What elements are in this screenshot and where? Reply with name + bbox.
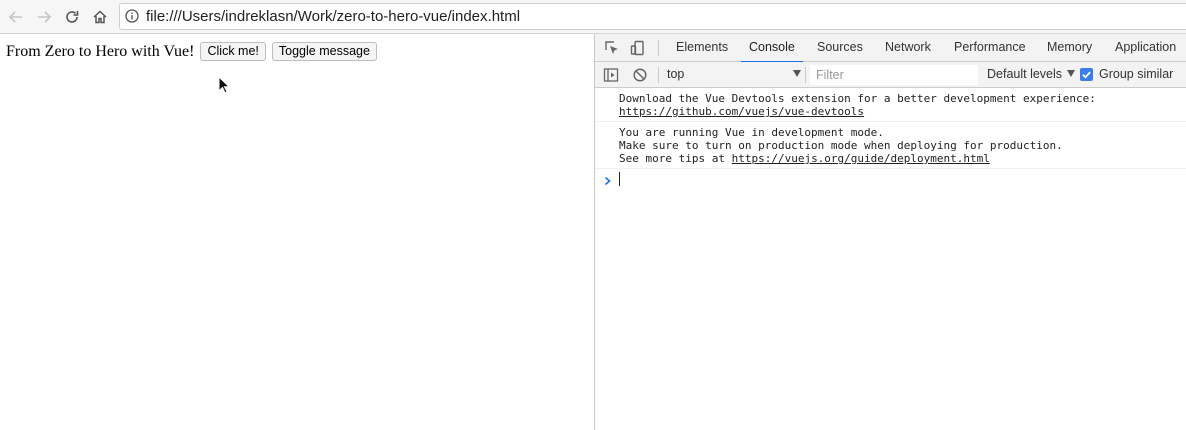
browser-toolbar: file:///Users/indreklasn/Work/zero-to-he… <box>0 0 1186 34</box>
console-filter-input[interactable] <box>810 65 978 85</box>
filterbar-divider <box>658 67 659 83</box>
log-levels-dropdown[interactable]: Default levels <box>987 67 1076 81</box>
inspect-element-icon[interactable] <box>604 40 620 56</box>
tab-network[interactable]: Network <box>885 34 931 62</box>
message-text: Make sure to turn on production mode whe… <box>619 139 1063 152</box>
dropdown-arrow-icon <box>793 70 801 77</box>
group-similar-checkbox[interactable] <box>1080 68 1093 81</box>
message-text: See more tips at <box>619 152 732 165</box>
page-viewport: From Zero to Hero with Vue! Click me! To… <box>0 34 594 430</box>
console-filterbar: top Default levels Group similar <box>595 62 1186 88</box>
tab-console[interactable]: Console <box>741 34 803 63</box>
context-selector[interactable]: top <box>667 67 801 81</box>
console-message: Download the Vue Devtools extension for … <box>595 88 1186 122</box>
devtools-tabbar: Elements Console Sources Network Perform… <box>595 34 1186 63</box>
mouse-cursor-icon <box>218 75 231 99</box>
message-link[interactable]: https://vuejs.org/guide/deployment.html <box>732 152 990 165</box>
console-prompt[interactable] <box>595 169 1186 189</box>
clear-console-icon[interactable] <box>632 67 648 83</box>
click-me-button[interactable]: Click me! <box>200 42 266 61</box>
device-toolbar-icon[interactable] <box>630 40 646 56</box>
message-text: Download the Vue Devtools extension for … <box>619 92 1096 105</box>
home-icon[interactable] <box>89 6 111 28</box>
url-text[interactable]: file:///Users/indreklasn/Work/zero-to-he… <box>146 8 520 25</box>
group-similar-label: Group similar <box>1099 67 1174 81</box>
filterbar-divider-2 <box>805 67 806 83</box>
address-bar[interactable]: file:///Users/indreklasn/Work/zero-to-he… <box>119 3 1186 30</box>
context-selector-value: top <box>667 67 685 81</box>
app-root: From Zero to Hero with Vue! Click me! To… <box>6 42 383 61</box>
console-message: You are running Vue in development mode.… <box>595 122 1186 169</box>
page-heading: From Zero to Hero with Vue! <box>6 42 195 60</box>
forward-arrow-icon[interactable] <box>33 6 55 28</box>
prompt-chevron-icon <box>604 173 612 191</box>
info-icon[interactable] <box>125 9 139 23</box>
back-arrow-icon[interactable] <box>5 6 27 28</box>
toggle-message-button[interactable]: Toggle message <box>271 42 377 61</box>
tab-elements[interactable]: Elements <box>676 34 728 62</box>
message-text: You are running Vue in development mode. <box>619 126 884 139</box>
tab-sources[interactable]: Sources <box>817 34 863 62</box>
console-messages: Download the Vue Devtools extension for … <box>595 88 1186 189</box>
reload-icon[interactable] <box>61 6 83 28</box>
text-caret <box>619 172 620 186</box>
tab-performance[interactable]: Performance <box>954 34 1026 62</box>
toolbar-divider <box>658 40 659 56</box>
tab-memory[interactable]: Memory <box>1047 34 1092 62</box>
log-levels-label: Default levels <box>987 67 1063 81</box>
dropdown-arrow-icon <box>1067 70 1076 77</box>
tab-application[interactable]: Application <box>1115 34 1176 62</box>
message-link[interactable]: https://github.com/vuejs/vue-devtools <box>619 105 864 118</box>
devtools-panel: Elements Console Sources Network Perform… <box>594 34 1186 430</box>
sidebar-toggle-icon[interactable] <box>603 67 619 83</box>
